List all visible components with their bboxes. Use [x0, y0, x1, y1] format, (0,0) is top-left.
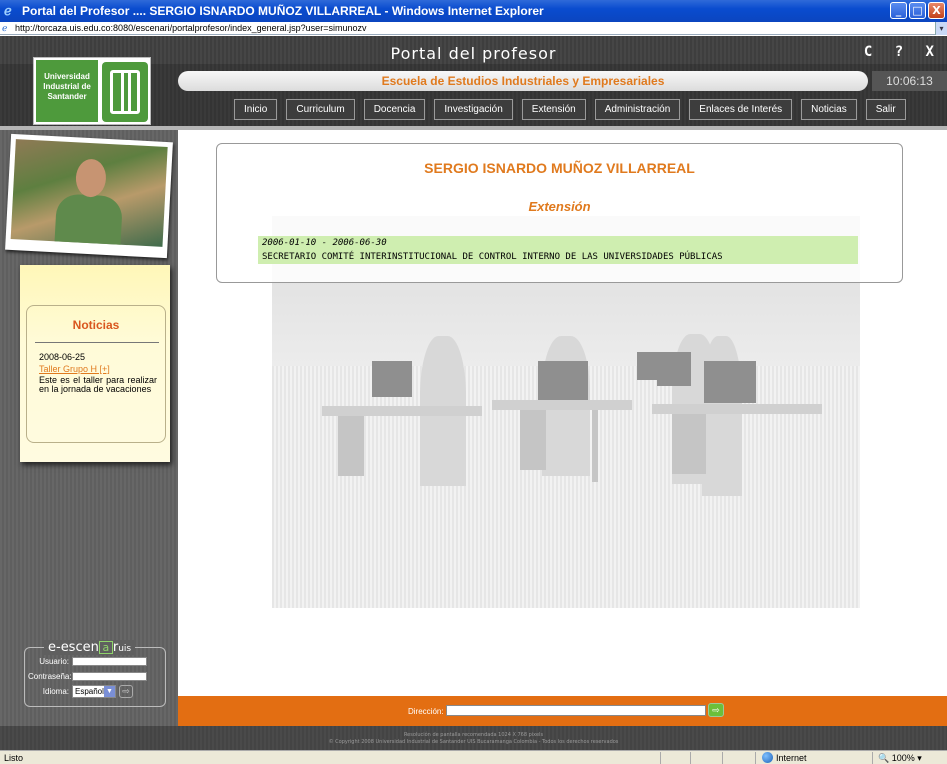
news-date: 2008-06-25: [39, 352, 86, 362]
window-title-bar[interactable]: ℯ Portal del Profesor .... SERGIO ISNARD…: [0, 0, 947, 22]
nav-salir[interactable]: Salir: [865, 99, 906, 120]
status-separator: [755, 752, 756, 764]
professor-name: SERGIO ISNARDO MUÑOZ VILLARREAL: [424, 160, 695, 176]
entry-description: SECRETARIO COMITÉ INTERINSTITUCIONAL DE …: [262, 252, 723, 262]
brand-main: e-escen: [48, 640, 99, 655]
status-text: Listo: [4, 753, 24, 763]
chevron-down-icon[interactable]: ▼: [104, 686, 115, 697]
user-input[interactable]: [72, 657, 147, 666]
user-row: Usuario:: [28, 657, 147, 666]
brand-sub: uis: [118, 644, 132, 654]
address-dropdown-arrow-icon[interactable]: ▾: [935, 22, 947, 35]
portal-top-icons[interactable]: C ? X: [864, 44, 941, 60]
footer-copyright: © Copyright 2008 Universidad Industrial …: [328, 739, 619, 745]
nav-inicio[interactable]: Inicio: [234, 99, 278, 120]
maximize-button[interactable]: □: [909, 2, 926, 19]
nav-enlaces[interactable]: Enlaces de Interés: [689, 99, 793, 120]
footer-resolution: Resolución de pantalla recomendada 1024 …: [403, 732, 544, 738]
news-panel: Noticias 2008-06-25 Taller Grupo H [+] E…: [20, 265, 170, 462]
page-icon: ℯ: [2, 23, 8, 33]
clock: 10:06:13: [872, 71, 947, 91]
status-separator: [872, 752, 873, 764]
zone-label: Internet: [776, 752, 807, 763]
language-value: Español: [75, 687, 104, 696]
user-label: Usuario:: [39, 657, 69, 666]
password-input[interactable]: [72, 672, 147, 681]
section-title: Extensión: [528, 199, 591, 214]
news-title: Noticias: [72, 318, 120, 332]
status-separator: [722, 752, 723, 764]
password-row: Contraseña:: [28, 672, 147, 681]
news-link[interactable]: Taller Grupo H [+]: [39, 364, 110, 374]
password-label: Contraseña:: [28, 672, 72, 681]
zoom-value: 100%: [891, 753, 915, 763]
school-name: Escuela de Estudios Industriales y Empre…: [178, 71, 868, 91]
extension-entry: 2006-01-10 - 2006-06-30 SECRETARIO COMIT…: [258, 236, 858, 264]
status-bar: Listo Internet 🔍 100% ▾: [0, 750, 947, 764]
close-window-button[interactable]: X: [928, 2, 945, 19]
uis-logo-text: Universidad Industrial de Santander: [36, 60, 98, 122]
e-escenar-logo: e-escen a ruis: [44, 640, 136, 655]
language-row: Idioma: Español ▼ ⇨: [28, 685, 133, 698]
status-separator: [690, 752, 691, 764]
uis-logo[interactable]: Universidad Industrial de Santander: [33, 57, 151, 125]
nav-extension[interactable]: Extensión: [521, 99, 586, 120]
direction-label: Dirección:: [408, 707, 444, 716]
news-box: Noticias 2008-06-25 Taller Grupo H [+] E…: [26, 305, 166, 443]
ie-logo-icon: ℯ: [4, 3, 12, 18]
direction-go-arrow-icon[interactable]: ⇨: [708, 703, 724, 717]
nav-administracion[interactable]: Administración: [594, 99, 681, 120]
window-title: Portal del Profesor .... SERGIO ISNARDO …: [22, 4, 544, 18]
uis-emblem-icon: [102, 62, 148, 122]
address-bar[interactable]: ℯ http://torcaza.uis.edu.co:8080/escenar…: [0, 22, 947, 35]
window-controls: _ □ X: [890, 2, 945, 19]
zoom-level[interactable]: 🔍 100% ▾: [878, 753, 922, 764]
language-select[interactable]: Español ▼: [72, 685, 116, 698]
brand-a: a: [98, 641, 113, 654]
address-url[interactable]: http://torcaza.uis.edu.co:8080/escenari/…: [15, 23, 366, 33]
entry-dates: 2006-01-10 - 2006-06-30: [262, 238, 387, 248]
page-footer: Resolución de pantalla recomendada 1024 …: [0, 726, 947, 750]
nav-investigacion[interactable]: Investigación: [434, 99, 513, 120]
nav-docencia[interactable]: Docencia: [363, 99, 426, 120]
news-divider: [35, 342, 159, 343]
nav-curriculum[interactable]: Curriculum: [286, 99, 355, 120]
direction-input[interactable]: [446, 705, 706, 716]
news-body: Este es el taller para realizar en la jo…: [39, 375, 157, 394]
browser-window: ℯ Portal del Profesor .... SERGIO ISNARD…: [0, 0, 947, 764]
security-zone[interactable]: Internet: [762, 752, 807, 763]
profile-photo: [10, 139, 168, 247]
main-nav: Inicio Curriculum Docencia Investigación…: [234, 99, 906, 120]
profile-photo-frame: [5, 133, 173, 259]
language-label: Idioma:: [42, 687, 69, 696]
login-go-arrow-icon[interactable]: ⇨: [119, 685, 133, 698]
nav-noticias[interactable]: Noticias: [801, 99, 857, 120]
minimize-button[interactable]: _: [890, 2, 907, 19]
status-separator: [660, 752, 661, 764]
globe-icon: [762, 752, 773, 763]
